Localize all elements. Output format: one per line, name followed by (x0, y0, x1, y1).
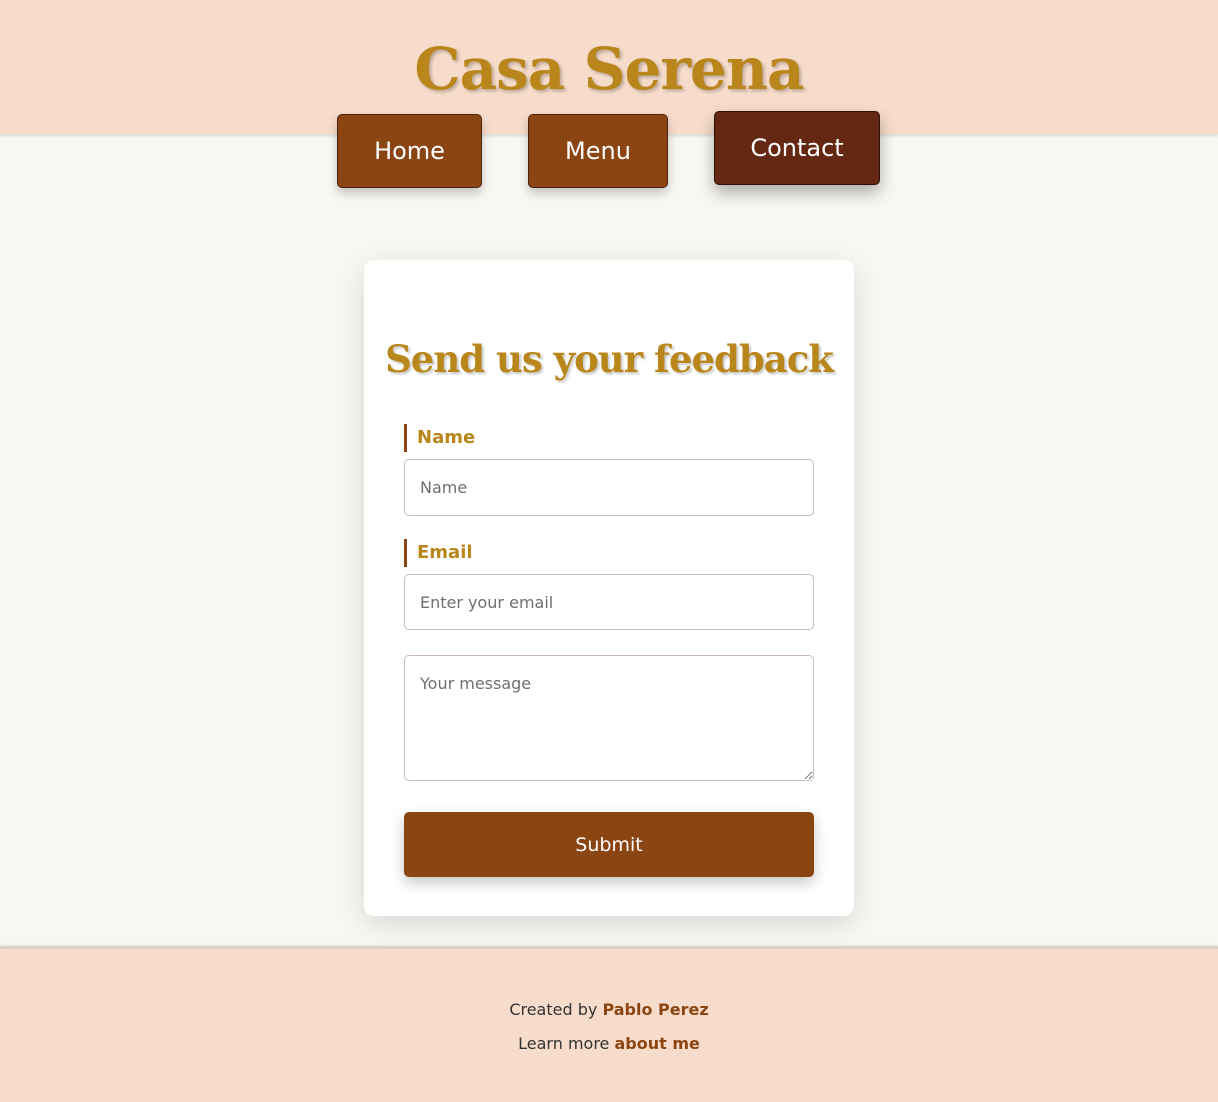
footer-credit: Created by Pablo Perez (0, 999, 1218, 1021)
author-link[interactable]: Pablo Perez (602, 1000, 708, 1019)
name-label: Name (404, 424, 475, 452)
feedback-title: Send us your feedback (385, 337, 834, 381)
feedback-card: Send us your feedback Name Email Submit (364, 260, 854, 916)
message-textarea[interactable] (404, 655, 814, 781)
nav-contact-button[interactable]: Contact (714, 111, 880, 185)
nav-menu-button[interactable]: Menu (528, 114, 668, 188)
site-footer: Created by Pablo Perez Learn more about … (0, 946, 1218, 1102)
nav-home-button[interactable]: Home (337, 114, 482, 188)
email-label: Email (404, 539, 473, 567)
submit-button[interactable]: Submit (404, 812, 814, 877)
site-title: Casa Serena (414, 35, 804, 103)
footer-learn-more: Learn more about me (0, 1033, 1218, 1055)
about-me-link[interactable]: about me (614, 1034, 699, 1053)
name-input[interactable] (404, 459, 814, 516)
footer-learn-prefix: Learn more (518, 1034, 610, 1053)
email-input[interactable] (404, 574, 814, 630)
footer-created-prefix: Created by (509, 1000, 598, 1019)
